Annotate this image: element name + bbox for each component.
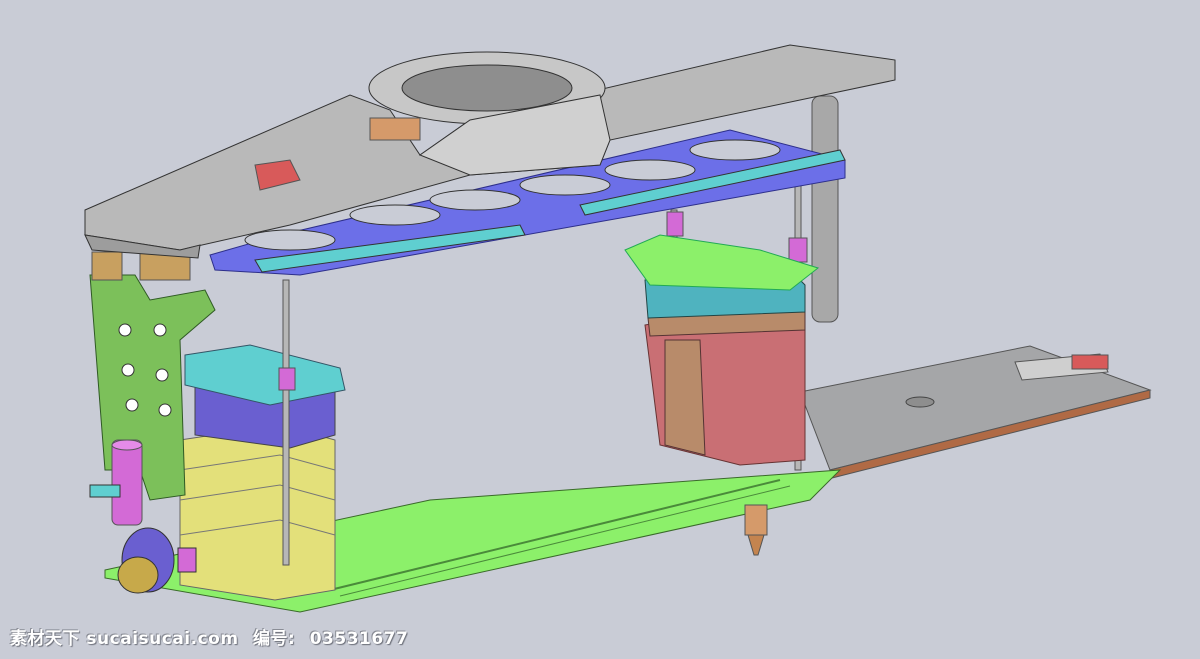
cad-assembly-drawing: [84, 44, 1152, 613]
right-stack: [624, 234, 820, 466]
nozzle: [744, 504, 768, 556]
left-lower-stack: [179, 424, 336, 601]
watermark-id-label: 编号:: [252, 629, 296, 649]
side-plate: [799, 345, 1152, 479]
watermark: 素材天下 sucaisucai.com 编号: 03531677: [10, 624, 416, 649]
watermark-site: 素材天下 sucaisucai.com: [10, 629, 239, 649]
watermark-id-value: 03531677: [309, 629, 409, 649]
cad-viewport: 素材天下 sucaisucai.com 编号: 03531677: [0, 0, 1200, 659]
